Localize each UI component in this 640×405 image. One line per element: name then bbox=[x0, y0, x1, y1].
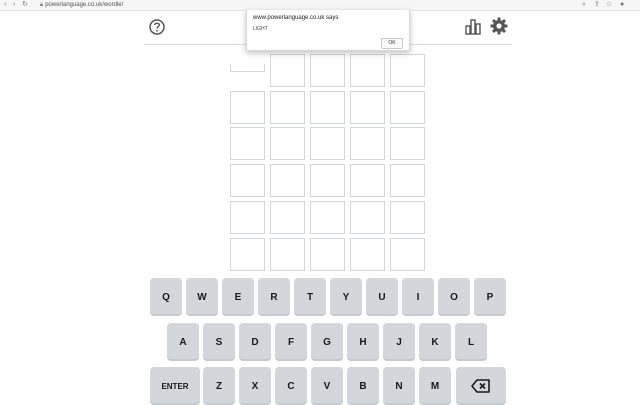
search-icon[interactable]: ⌕ bbox=[582, 0, 586, 10]
alert-ok-button[interactable]: OK bbox=[381, 38, 403, 49]
board-tile bbox=[390, 201, 425, 234]
key-s[interactable]: S bbox=[203, 323, 235, 361]
lock-icon: 🔒︎ bbox=[40, 2, 44, 8]
backspace-icon bbox=[471, 379, 490, 393]
key-n[interactable]: N bbox=[383, 367, 415, 405]
board-tile bbox=[270, 54, 305, 87]
board-tile bbox=[350, 201, 385, 234]
board-tile bbox=[230, 201, 265, 234]
help-button[interactable] bbox=[147, 17, 167, 37]
alert-title: www.powerlanguage.co.uk says bbox=[253, 15, 339, 21]
key-w[interactable]: W bbox=[186, 278, 218, 316]
board-tile bbox=[310, 164, 345, 197]
board-tile bbox=[310, 238, 345, 271]
board-tile bbox=[230, 238, 265, 271]
board-tile-partial bbox=[230, 64, 265, 72]
board-tile bbox=[270, 164, 305, 197]
key-t[interactable]: T bbox=[294, 278, 326, 316]
key-v[interactable]: V bbox=[311, 367, 343, 405]
enter-key[interactable]: ENTER bbox=[150, 367, 200, 405]
key-g[interactable]: G bbox=[311, 323, 343, 361]
board-tile bbox=[230, 91, 265, 124]
stats-bars-icon bbox=[465, 19, 481, 35]
key-x[interactable]: X bbox=[239, 367, 271, 405]
address-bar[interactable]: 🔒︎ powerlanguage.co.uk/wordle/ bbox=[40, 0, 123, 10]
key-k[interactable]: K bbox=[419, 323, 451, 361]
gear-icon bbox=[490, 17, 508, 35]
key-l[interactable]: L bbox=[455, 323, 487, 361]
key-a[interactable]: A bbox=[167, 323, 199, 361]
key-z[interactable]: Z bbox=[203, 367, 235, 405]
board-tile bbox=[390, 238, 425, 271]
board-tile bbox=[270, 91, 305, 124]
board-tile bbox=[350, 164, 385, 197]
board-tile bbox=[350, 238, 385, 271]
board-tile bbox=[310, 127, 345, 160]
board-tile bbox=[270, 127, 305, 160]
board-tile bbox=[270, 201, 305, 234]
share-icon[interactable]: ⇪ bbox=[594, 0, 600, 10]
key-q[interactable]: Q bbox=[150, 278, 182, 316]
reload-icon[interactable]: ↻ bbox=[22, 0, 28, 10]
board-tile bbox=[310, 201, 345, 234]
key-p[interactable]: P bbox=[474, 278, 506, 316]
bookmark-star-icon[interactable]: ☆ bbox=[606, 0, 612, 10]
stats-button[interactable] bbox=[463, 17, 483, 37]
key-y[interactable]: Y bbox=[330, 278, 362, 316]
key-j[interactable]: J bbox=[383, 323, 415, 361]
board-tile bbox=[350, 54, 385, 87]
key-e[interactable]: E bbox=[222, 278, 254, 316]
key-i[interactable]: I bbox=[402, 278, 434, 316]
board-tile bbox=[350, 127, 385, 160]
key-b[interactable]: B bbox=[347, 367, 379, 405]
key-o[interactable]: O bbox=[438, 278, 470, 316]
board-tile bbox=[310, 91, 345, 124]
profile-icon[interactable]: ● bbox=[620, 0, 624, 10]
board-tile bbox=[390, 127, 425, 160]
back-icon[interactable]: ‹ bbox=[4, 0, 6, 10]
board-tile bbox=[310, 54, 345, 87]
key-r[interactable]: R bbox=[258, 278, 290, 316]
board-tile bbox=[350, 91, 385, 124]
board-tile bbox=[390, 164, 425, 197]
address-url: powerlanguage.co.uk/wordle/ bbox=[45, 2, 124, 8]
alert-message: LIGHT bbox=[253, 26, 268, 32]
backspace-key[interactable] bbox=[456, 367, 506, 405]
key-u[interactable]: U bbox=[366, 278, 398, 316]
forward-icon[interactable]: › bbox=[13, 0, 15, 10]
key-m[interactable]: M bbox=[419, 367, 451, 405]
board-tile bbox=[390, 91, 425, 124]
key-f[interactable]: F bbox=[275, 323, 307, 361]
key-h[interactable]: H bbox=[347, 323, 379, 361]
board-tile bbox=[270, 238, 305, 271]
board-tile bbox=[390, 54, 425, 87]
key-c[interactable]: C bbox=[275, 367, 307, 405]
help-circle-icon bbox=[149, 19, 165, 35]
key-d[interactable]: D bbox=[239, 323, 271, 361]
settings-button[interactable] bbox=[489, 16, 509, 36]
board-tile bbox=[230, 127, 265, 160]
board-tile bbox=[230, 164, 265, 197]
